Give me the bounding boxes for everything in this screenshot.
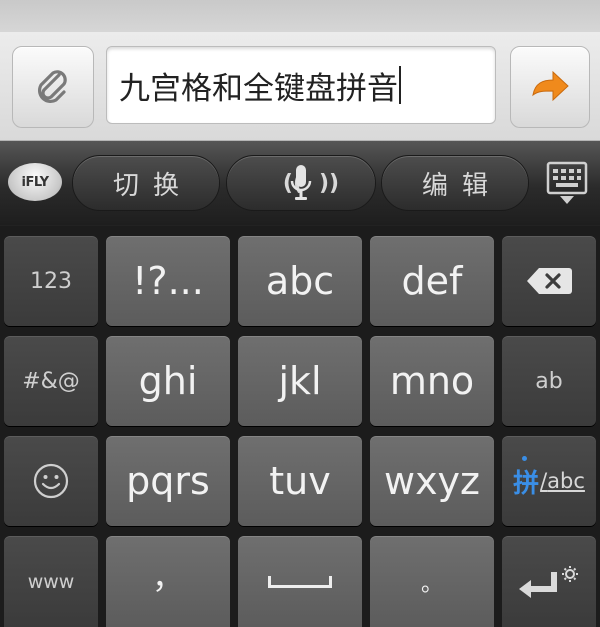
- key-def[interactable]: def: [370, 236, 494, 326]
- key-mno[interactable]: mno: [370, 336, 494, 426]
- key-input-mode[interactable]: 拼 /abc: [502, 436, 596, 526]
- sound-wave-right-icon: )): [319, 170, 340, 196]
- key-emoji[interactable]: [4, 436, 98, 526]
- keyboard-hide-icon: [546, 161, 588, 204]
- mode-abc-label: /abc: [540, 469, 585, 493]
- key-jkl[interactable]: jkl: [238, 336, 362, 426]
- key-numbers-label: 123: [30, 268, 72, 294]
- t9-keyboard: 123 !?... abc def #&@ ghi jkl mno ab pqr…: [0, 226, 600, 627]
- key-abc[interactable]: abc: [238, 236, 362, 326]
- key-space[interactable]: [238, 536, 362, 627]
- mode-abc-text: abc: [547, 469, 585, 493]
- backspace-icon: [527, 268, 572, 294]
- key-numbers[interactable]: 123: [4, 236, 98, 326]
- key-backspace[interactable]: [502, 236, 596, 326]
- switch-label: 切换: [112, 170, 193, 201]
- key-tuv[interactable]: tuv: [238, 436, 362, 526]
- paperclip-icon: [37, 70, 67, 104]
- voice-input-button[interactable]: (( )): [226, 155, 376, 211]
- microphone-icon: [290, 165, 312, 200]
- key-abc-label: abc: [265, 259, 335, 303]
- message-text: 九宫格和全键盘拼音: [119, 70, 398, 107]
- key-punctuation[interactable]: !?...: [106, 236, 230, 326]
- key-wxyz[interactable]: wxyz: [370, 436, 494, 526]
- ime-toolbar: iFLY 切换 (( )) 编辑: [0, 141, 600, 225]
- mode-pinyin-label: 拼: [513, 455, 540, 500]
- key-punctuation-label: !?...: [132, 259, 204, 303]
- mode-pinyin-text: 拼: [513, 468, 540, 499]
- arrow-right-icon: [532, 70, 569, 102]
- key-wxyz-label: wxyz: [383, 459, 480, 503]
- text-caret: [399, 66, 401, 104]
- smiley-icon: [33, 463, 69, 499]
- message-input[interactable]: 九宫格和全键盘拼音: [106, 46, 496, 124]
- mode-active-dot: [522, 455, 528, 461]
- key-jkl-label: jkl: [278, 359, 322, 403]
- key-def-label: def: [401, 259, 463, 303]
- key-ghi[interactable]: ghi: [106, 336, 230, 426]
- compose-bar: 九宫格和全键盘拼音: [0, 32, 600, 141]
- key-ghi-label: ghi: [138, 359, 198, 403]
- ifly-logo-text: iFLY: [21, 174, 49, 190]
- key-period-label: 。: [420, 571, 443, 597]
- key-ab-case[interactable]: ab: [502, 336, 596, 426]
- ifly-logo[interactable]: iFLY: [8, 163, 62, 201]
- key-mno-label: mno: [389, 359, 475, 403]
- key-symbols[interactable]: #&@: [4, 336, 98, 426]
- attach-button[interactable]: [12, 46, 94, 128]
- send-button[interactable]: [510, 46, 590, 128]
- key-ab-label: ab: [535, 368, 563, 394]
- space-icon: [268, 575, 332, 588]
- key-www-label: www: [27, 570, 75, 593]
- key-comma[interactable]: ，: [106, 536, 230, 627]
- keyboard-hide-button[interactable]: [545, 159, 589, 207]
- key-enter[interactable]: [502, 536, 596, 627]
- status-strip: [0, 0, 600, 32]
- edit-label: 编辑: [421, 170, 502, 201]
- key-symbols-label: #&@: [22, 368, 80, 394]
- switch-button[interactable]: 切换: [72, 155, 220, 211]
- key-comma-label: ，: [151, 557, 184, 596]
- key-pqrs[interactable]: pqrs: [106, 436, 230, 526]
- key-tuv-label: tuv: [269, 459, 331, 503]
- key-pqrs-label: pqrs: [126, 459, 210, 503]
- key-period[interactable]: 。: [370, 536, 494, 627]
- edit-button[interactable]: 编辑: [381, 155, 529, 211]
- key-www[interactable]: www: [4, 536, 98, 627]
- enter-gear-icon: [519, 565, 578, 598]
